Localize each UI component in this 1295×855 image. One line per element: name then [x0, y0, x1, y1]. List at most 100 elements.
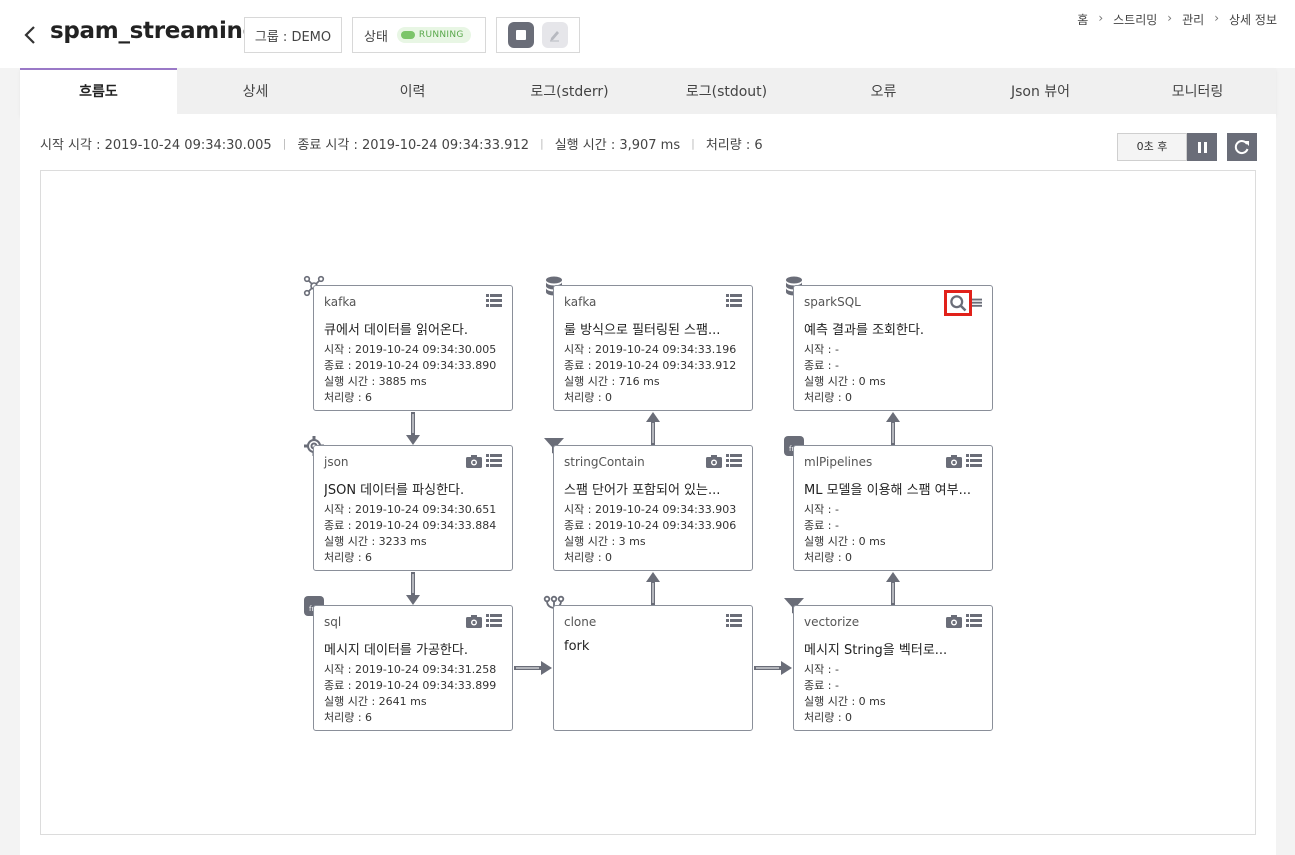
node-start: 시작 : - — [804, 343, 839, 356]
node-elapsed: 실행 시간 : 0 ms — [804, 695, 886, 708]
node-type: stringContain — [564, 455, 645, 469]
node-description: 룰 방식으로 필터링된 스팸... — [564, 323, 721, 338]
flow-canvas: kafka 큐에서 데이터를 읽어온다. 시작 : 2019-10-24 09:… — [40, 170, 1256, 835]
node-info: 시작 : 2019-10-24 09:34:31.258 종료 : 2019-1… — [324, 662, 496, 726]
pause-icon — [1197, 141, 1201, 153]
node-kafka-source[interactable]: kafka 큐에서 데이터를 읽어온다. 시작 : 2019-10-24 09:… — [313, 285, 513, 411]
node-elapsed: 실행 시간 : 0 ms — [804, 375, 886, 388]
status-value: RUNNING — [418, 30, 464, 40]
node-start: 시작 : 2019-10-24 09:34:30.651 — [324, 503, 497, 516]
stop-button[interactable] — [508, 22, 534, 48]
stat-throughput: 처리량 : 6 — [705, 138, 763, 153]
node-count: 처리량 : 0 — [804, 711, 853, 724]
breadcrumb-home[interactable]: 홈 — [1077, 11, 1088, 28]
tab-history[interactable]: 이력 — [334, 68, 491, 114]
action-group — [496, 17, 580, 53]
group-chip: 그룹 : DEMO — [244, 17, 342, 53]
camera-icon[interactable] — [466, 614, 482, 628]
tab-error[interactable]: 오류 — [805, 68, 962, 114]
tab-log-stdout[interactable]: 로그(stdout) — [648, 68, 805, 114]
pause-button[interactable] — [1187, 133, 1217, 161]
run-stats: 시작 시각 : 2019-10-24 09:34:30.005 | 종료 시각 … — [40, 134, 763, 153]
node-end: 종료 : 2019-10-24 09:34:33.899 — [324, 679, 497, 692]
stat-divider: | — [691, 137, 695, 150]
node-count: 처리량 : 6 — [324, 551, 373, 564]
list-icon[interactable] — [486, 614, 502, 628]
node-elapsed: 실행 시간 : 2641 ms — [324, 695, 427, 708]
node-sql[interactable]: sql 메시지 데이터를 가공한다. 시작 : 2019-10-24 09:34… — [313, 605, 513, 731]
node-count: 처리량 : 0 — [804, 551, 853, 564]
node-elapsed: 실행 시간 : 716 ms — [564, 375, 660, 388]
node-type: sparkSQL — [804, 295, 861, 309]
node-elapsed: 실행 시간 : 3233 ms — [324, 535, 427, 548]
pause-icon — [1203, 141, 1207, 153]
status-chip: 상태 RUNNING — [352, 17, 486, 53]
node-start: 시작 : 2019-10-24 09:34:31.258 — [324, 663, 497, 676]
camera-icon[interactable] — [466, 454, 482, 468]
list-icon[interactable] — [972, 296, 982, 310]
node-end: 종료 : - — [804, 359, 839, 372]
search-icon[interactable] — [944, 290, 972, 316]
list-icon[interactable] — [966, 614, 982, 628]
node-description: 큐에서 데이터를 읽어온다. — [324, 323, 468, 338]
stat-start: 시작 시각 : 2019-10-24 09:34:30.005 — [40, 138, 272, 153]
node-clone[interactable]: clone fork — [553, 605, 753, 731]
node-start: 시작 : 2019-10-24 09:34:33.903 — [564, 503, 737, 516]
node-start: 시작 : 2019-10-24 09:34:33.196 — [564, 343, 737, 356]
node-end: 종료 : 2019-10-24 09:34:33.884 — [324, 519, 497, 532]
node-description: JSON 데이터를 파싱한다. — [324, 483, 465, 498]
list-icon[interactable] — [726, 614, 742, 628]
node-elapsed: 실행 시간 : 0 ms — [804, 535, 886, 548]
back-chevron-icon[interactable] — [20, 22, 42, 48]
node-type: clone — [564, 615, 597, 629]
edit-button[interactable] — [542, 22, 568, 48]
camera-icon[interactable] — [946, 614, 962, 628]
tab-bar: 흐름도 상세 이력 로그(stderr) 로그(stdout) 오류 Json … — [20, 68, 1276, 115]
node-end: 종료 : - — [804, 519, 839, 532]
tab-log-stderr[interactable]: 로그(stderr) — [491, 68, 648, 114]
node-end: 종료 : 2019-10-24 09:34:33.912 — [564, 359, 737, 372]
refresh-button[interactable] — [1227, 133, 1257, 161]
tab-monitoring[interactable]: 모니터링 — [1119, 68, 1276, 114]
pencil-icon — [550, 31, 559, 42]
node-start: 시작 : - — [804, 503, 839, 516]
node-info: 시작 : 2019-10-24 09:34:33.903 종료 : 2019-1… — [564, 502, 736, 566]
tab-flow[interactable]: 흐름도 — [20, 68, 177, 114]
tab-detail[interactable]: 상세 — [177, 68, 334, 114]
list-icon[interactable] — [726, 294, 742, 308]
stop-icon — [516, 30, 526, 40]
list-icon[interactable] — [486, 454, 502, 468]
node-info: 시작 : - 종료 : - 실행 시간 : 0 ms 처리량 : 0 — [804, 502, 886, 566]
breadcrumb-streaming[interactable]: 스트리밍 — [1113, 11, 1157, 28]
status-indicator-icon — [400, 31, 415, 39]
tab-json-viewer[interactable]: Json 뷰어 — [962, 68, 1119, 114]
node-kafka-sink[interactable]: kafka 룰 방식으로 필터링된 스팸... 시작 : 2019-10-24 … — [553, 285, 753, 411]
status-badge: RUNNING — [396, 27, 471, 43]
node-json[interactable]: json JSON 데이터를 파싱한다. 시작 : 2019-10-24 09:… — [313, 445, 513, 571]
list-icon[interactable] — [726, 454, 742, 468]
breadcrumb-manage[interactable]: 관리 — [1182, 11, 1204, 28]
node-vectorize[interactable]: vectorize 메시지 String을 벡터로... 시작 : - 종료 :… — [793, 605, 993, 731]
node-mlpipelines[interactable]: mlPipelines ML 모델을 이용해 스팸 여부... 시작 : - 종… — [793, 445, 993, 571]
page-title: spam_streaming — [50, 18, 259, 44]
camera-icon[interactable] — [946, 454, 962, 468]
list-icon[interactable] — [486, 294, 502, 308]
node-info: 시작 : 2019-10-24 09:34:33.196 종료 : 2019-1… — [564, 342, 736, 406]
node-description: 메시지 String을 벡터로... — [804, 643, 948, 658]
node-sparksql[interactable]: sparkSQL 예측 결과를 조회한다. 시작 : - 종료 : - 실행 시… — [793, 285, 993, 411]
status-label: 상태 — [364, 29, 388, 45]
header: spam_streaming 그룹 : DEMO 상태 RUNNING 홈 › … — [0, 0, 1295, 68]
list-icon[interactable] — [966, 454, 982, 468]
breadcrumb-separator-icon: › — [1098, 11, 1104, 25]
node-count: 처리량 : 0 — [804, 391, 853, 404]
node-description: 메시지 데이터를 가공한다. — [324, 643, 468, 658]
node-type: kafka — [324, 295, 357, 309]
node-stringcontain[interactable]: stringContain 스팸 단어가 포함되어 있는... 시작 : 201… — [553, 445, 753, 571]
stat-divider: | — [540, 137, 544, 150]
camera-icon[interactable] — [706, 454, 722, 468]
node-elapsed: 실행 시간 : 3885 ms — [324, 375, 427, 388]
stat-divider: | — [282, 137, 287, 150]
node-count: 처리량 : 0 — [564, 551, 613, 564]
node-description: 스팸 단어가 포함되어 있는... — [564, 483, 721, 498]
node-description: ML 모델을 이용해 스팸 여부... — [804, 483, 971, 498]
